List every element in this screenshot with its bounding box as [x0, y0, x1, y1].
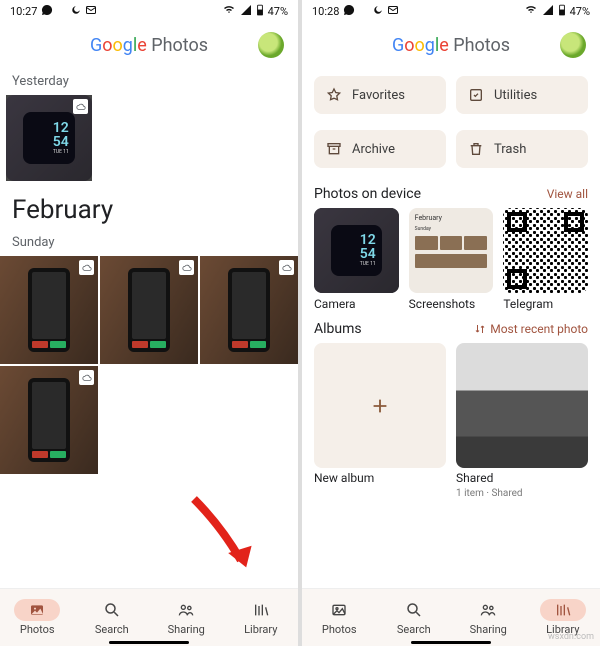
- device-folder-camera[interactable]: 1254TUE 11 Camera: [314, 208, 399, 311]
- utilities-chip[interactable]: Utilities: [456, 76, 588, 114]
- battery-icon: [256, 4, 264, 19]
- library-screen: 10:28 47% Google Photos Favorites: [302, 0, 600, 646]
- status-bar: 10:27 47%: [0, 0, 298, 22]
- month-header: February: [0, 181, 298, 229]
- photo-thumbnail[interactable]: 12 54 TUE 11: [6, 95, 92, 181]
- signal-icon: [240, 4, 252, 19]
- plus-icon: [369, 395, 391, 417]
- account-avatar[interactable]: [258, 32, 284, 58]
- nav-sharing[interactable]: Sharing: [149, 589, 224, 646]
- utilities-icon: [468, 87, 484, 103]
- download-icon: [57, 4, 67, 19]
- nav-search[interactable]: Search: [377, 589, 452, 646]
- sharing-icon: [163, 599, 209, 621]
- battery-pct: 47%: [268, 5, 288, 18]
- bottom-nav: Photos Search Sharing Library: [0, 588, 298, 646]
- wifi-icon: [524, 4, 538, 19]
- photos-icon: [316, 599, 362, 621]
- trash-chip[interactable]: Trash: [456, 130, 588, 168]
- watermark: wsxdn.com: [548, 632, 594, 642]
- mail-icon: [387, 4, 399, 19]
- nav-library[interactable]: Library: [224, 589, 299, 646]
- home-indicator: [411, 641, 491, 644]
- dnd-icon: [71, 4, 81, 19]
- photo-thumbnail[interactable]: [200, 256, 298, 364]
- device-folder-screenshots[interactable]: February Sunday Screenshots: [409, 208, 494, 311]
- dnd-icon: [373, 4, 383, 19]
- whatsapp-icon: [41, 4, 53, 19]
- photo-thumbnail[interactable]: [100, 256, 198, 364]
- archive-chip[interactable]: Archive: [314, 130, 446, 168]
- home-indicator: [109, 641, 189, 644]
- album-shared[interactable]: Shared 1 item · Shared: [456, 343, 588, 500]
- backed-up-icon: [73, 99, 88, 114]
- albums-header: Albums: [314, 321, 362, 337]
- app-header: Google Photos: [302, 22, 600, 68]
- view-all-link[interactable]: View all: [547, 187, 588, 201]
- photo-thumbnail[interactable]: [0, 256, 98, 364]
- library-icon: [540, 599, 586, 621]
- photos-on-device-header: Photos on device: [314, 186, 421, 202]
- status-time: 10:28: [312, 5, 339, 18]
- device-folder-telegram[interactable]: Telegram: [503, 208, 588, 311]
- archive-icon: [326, 141, 342, 157]
- whatsapp-icon: [343, 4, 355, 19]
- backed-up-icon: [79, 370, 94, 385]
- favorites-chip[interactable]: Favorites: [314, 76, 446, 114]
- sharing-icon: [465, 599, 511, 621]
- library-icon: [238, 599, 284, 621]
- wifi-icon: [222, 4, 236, 19]
- photo-thumbnail[interactable]: [0, 366, 98, 474]
- backed-up-icon: [279, 260, 294, 275]
- status-bar: 10:28 47%: [302, 0, 600, 22]
- google-photos-logo: Google Photos: [392, 35, 510, 56]
- app-header: Google Photos: [0, 22, 298, 68]
- date-header-yesterday: Yesterday: [0, 68, 298, 95]
- sort-icon: [474, 323, 486, 335]
- google-photos-logo: Google Photos: [90, 35, 208, 56]
- photos-icon: [14, 599, 60, 621]
- date-header-sunday: Sunday: [0, 229, 298, 256]
- battery-pct: 47%: [570, 5, 590, 18]
- library-content: Favorites Utilities Archive Trash Photos…: [302, 68, 600, 588]
- search-icon: [89, 599, 135, 621]
- nav-sharing[interactable]: Sharing: [451, 589, 526, 646]
- nav-search[interactable]: Search: [75, 589, 150, 646]
- signal-icon: [542, 4, 554, 19]
- sort-button[interactable]: Most recent photo: [474, 322, 588, 336]
- backed-up-icon: [179, 260, 194, 275]
- battery-icon: [558, 4, 566, 19]
- nav-photos[interactable]: Photos: [0, 589, 75, 646]
- search-icon: [391, 599, 437, 621]
- photos-screen: 10:27 47%: [0, 0, 298, 646]
- new-album-button[interactable]: New album: [314, 343, 446, 500]
- trash-icon: [468, 141, 484, 157]
- account-avatar[interactable]: [560, 32, 586, 58]
- backed-up-icon: [79, 260, 94, 275]
- star-icon: [326, 87, 342, 103]
- nav-photos[interactable]: Photos: [302, 589, 377, 646]
- photos-feed[interactable]: Yesterday 12 54 TUE 11 February Sunday: [0, 68, 298, 588]
- status-time: 10:27: [10, 5, 37, 18]
- download-icon: [359, 4, 369, 19]
- mail-icon: [85, 4, 97, 19]
